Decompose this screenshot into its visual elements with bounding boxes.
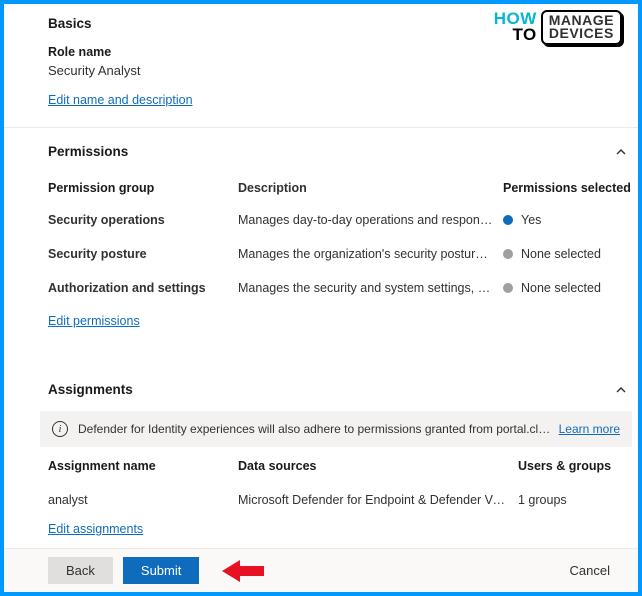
perm-col-group: Permission group [48,181,238,195]
assign-col-users-groups: Users & groups [518,459,628,473]
back-button[interactable]: Back [48,557,113,584]
perm-col-desc: Description [238,181,503,195]
assign-col-datasources: Data sources [238,459,518,473]
cancel-button[interactable]: Cancel [552,557,628,584]
chevron-up-icon[interactable] [614,383,628,397]
learn-more-link[interactable]: Learn more [559,422,620,436]
assignments-heading: Assignments [48,382,133,397]
permissions-heading: Permissions [48,144,128,159]
divider [4,127,638,128]
info-icon: i [52,421,68,437]
role-name-label: Role name [48,45,628,59]
permission-row: Security posture Manages the organizatio… [48,237,628,271]
permission-row: Security operations Manages day-to-day o… [48,203,628,237]
info-banner: i Defender for Identity experiences will… [40,411,632,447]
assign-col-name: Assignment name [48,459,238,473]
perm-col-selected: Permissions selected [503,181,628,195]
edit-name-description-link[interactable]: Edit name and description [48,93,193,107]
footer-bar: Back Submit Cancel [4,548,638,592]
edit-assignments-link[interactable]: Edit assignments [48,522,143,536]
status-dot-icon [503,283,513,293]
role-name-value: Security Analyst [48,63,628,78]
permission-row: Authorization and settings Manages the s… [48,271,628,305]
status-dot-icon [503,215,513,225]
assignment-row: analyst Microsoft Defender for Endpoint … [48,483,628,517]
status-dot-icon [503,249,513,259]
submit-button[interactable]: Submit [123,557,199,584]
basics-heading: Basics [48,16,628,31]
chevron-up-icon[interactable] [614,145,628,159]
edit-permissions-link[interactable]: Edit permissions [48,314,140,328]
